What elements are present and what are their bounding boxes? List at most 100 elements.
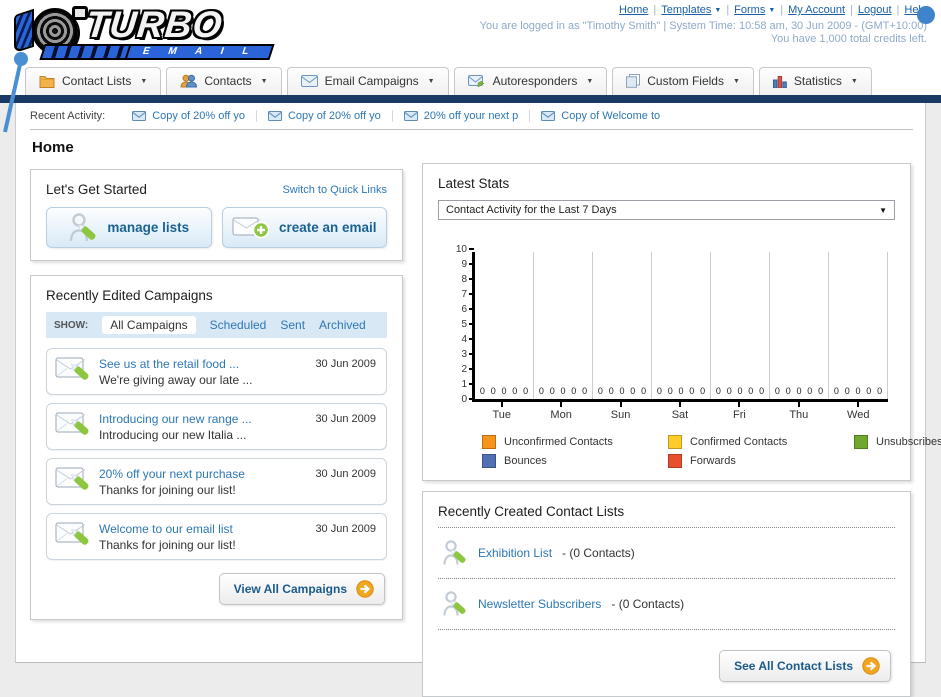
navy-divider-bar [0,95,941,103]
header-link-logout[interactable]: Logout [858,4,892,16]
recent-activity-item-label: Copy of 20% off yo [152,110,245,122]
main-nav-tabs: Contact Lists ▼ Contacts ▼ Email Campaigns ▼ A… [0,62,941,95]
switch-quick-links-link[interactable]: Switch to Quick Links [282,184,387,196]
chart-value-label: 0 [571,386,577,396]
recent-activity-item[interactable]: Copy of Welcome to [529,110,671,122]
chevron-down-icon: ▼ [140,77,148,85]
campaign-subtitle: We're giving away our late ... [99,372,253,387]
campaign-title-link[interactable]: Introducing our new range ... [99,412,315,426]
view-all-campaigns-label: View All Campaigns [233,582,347,596]
y-axis-tick-label: 4 [461,334,467,345]
contact-lists-title: Recently Created Contact Lists [438,504,625,519]
contact-lists-panel: Recently Created Contact Lists Exhibitio… [422,491,911,697]
legend-swatch [668,435,682,449]
help-bubble-icon[interactable] [917,6,935,24]
contact-list-name-link[interactable]: Newsletter Subscribers [478,597,601,611]
tab-contact-lists[interactable]: Contact Lists ▼ [25,67,162,95]
chart-value-label: 0 [538,386,544,396]
legend-swatch [668,454,682,468]
tab-email-campaigns[interactable]: Email Campaigns ▼ [286,67,449,95]
recent-activity-item-label: Copy of 20% off yo [287,110,381,122]
top-section: TURBO E M A I L Home | Templates ▼ | Forms ▼ | M… [0,0,941,133]
button-label: create an email [278,220,377,235]
x-axis-day-label: Thu [789,409,809,421]
see-all-contact-lists-button[interactable]: See All Contact Lists [719,650,891,682]
filter-all-campaigns[interactable]: All Campaigns [102,316,196,334]
header-link-home[interactable]: Home [619,4,648,16]
chart-value-label: 0 [774,386,780,396]
chart-value-label: 0 [855,386,861,396]
chart-day-group: 00000 [829,252,888,399]
tab-label: Contact Lists [62,74,132,88]
tab-autoresponders[interactable]: Autoresponders ▼ [453,67,608,95]
y-axis-tick-label: 3 [461,349,467,360]
chart-value-label: 0 [549,386,555,396]
nav-separator: | [780,4,784,16]
chart-value-label: 0 [630,386,636,396]
campaigns-panel: Recently Edited Campaigns SHOW: All Camp… [30,275,403,620]
x-axis-day-label: Sun [610,409,631,421]
filter-scheduled[interactable]: Scheduled [210,318,267,332]
turbo-nozzle-decoration [72,6,88,20]
chart-value-label: 0 [501,386,507,396]
header-link-forms[interactable]: Forms [734,4,765,16]
view-all-campaigns-button[interactable]: View All Campaigns [218,573,385,605]
logo-email-bar: E M A I L [39,44,275,60]
barchart-icon [772,75,787,88]
y-axis-tick-label: 5 [461,319,467,330]
tab-statistics[interactable]: Statistics ▼ [758,67,872,95]
chart-value-label: 0 [656,386,662,396]
chart-value-label: 0 [689,386,695,396]
legend-label: Unconfirmed Contacts [504,436,613,448]
y-axis-tick-label: 10 [455,244,467,255]
chart-day-group: 00000 [475,252,534,399]
dotted-divider [438,629,895,630]
x-axis-tick-mark [500,402,503,407]
stats-period-value: Contact Activity for the Last 7 Days [446,204,617,216]
x-axis-day-label: Sat [671,409,689,421]
campaign-card: See us at the retail food ... We're givin… [46,348,387,395]
filter-sent[interactable]: Sent [280,318,305,332]
contact-list-name-link[interactable]: Exhibition List [478,546,552,560]
y-axis-tick-label: 1 [461,379,467,390]
campaign-envelope-icon [55,354,99,389]
create-an-email-button[interactable]: create an email [221,207,387,248]
main-columns: Home Let's Get Started Switch to Quick L… [30,130,941,697]
tab-custom-fields[interactable]: Custom Fields ▼ [612,67,754,95]
logo-speed-stripes [42,46,131,58]
recent-activity-item[interactable]: 20% off your next p [391,110,530,122]
app-logo: TURBO E M A I L [14,4,284,62]
logo-pin-decoration [3,52,28,133]
tab-contacts[interactable]: Contacts ▼ [166,67,282,95]
small-envelope-icon [267,111,282,121]
nav-separator: | [653,4,657,16]
header-link-templates[interactable]: Templates [661,4,711,16]
envelope-icon [300,75,318,87]
chart-value-label: 0 [818,386,824,396]
campaign-texts: Welcome to our email list Thanks for join… [99,522,315,552]
header-right: Home | Templates ▼ | Forms ▼ | My Account | Logout… [480,4,935,45]
legend-item: Unconfirmed Contacts [482,435,668,449]
campaign-date: 30 Jun 2009 [315,468,376,480]
header: TURBO E M A I L Home | Templates ▼ | Forms ▼ | M… [0,0,941,133]
chart-plot-area: 0 1 2 3 4 5 6 7 8 9 10 0 0 0 0 0 0 0 0 0 0 0 0 0 0 0 0 0 0 0 0 0 0 0 0 0 0 0 0… [456,244,888,405]
chart-value-label: 0 [619,386,625,396]
chart-value-label: 0 [833,386,839,396]
manage-lists-button[interactable]: manage lists [46,207,212,248]
filter-archived[interactable]: Archived [319,318,366,332]
x-axis-tick-mark [560,402,563,407]
campaign-envelope-icon [55,409,99,444]
right-column: Latest Stats Contact Activity for the La… [422,163,941,697]
campaign-card: 20% off your next purchase Thanks for joi… [46,458,387,505]
campaign-title-link[interactable]: See us at the retail food ... [99,357,315,371]
legend-swatch [482,435,496,449]
recent-activity-item[interactable]: Copy of 20% off yo [255,110,392,122]
header-link-my-account[interactable]: My Account [788,4,845,16]
logo-subtitle: E M A I L [141,46,259,57]
campaign-title-link[interactable]: Welcome to our email list [99,522,315,536]
chart-value-label: 0 [844,386,850,396]
stats-period-dropdown[interactable]: Contact Activity for the Last 7 Days ▼ [438,200,895,220]
latest-stats-panel: Latest Stats Contact Activity for the La… [422,163,941,481]
recent-activity-item[interactable]: Copy of 20% off yo [121,110,256,122]
campaign-title-link[interactable]: 20% off your next purchase [99,467,315,481]
